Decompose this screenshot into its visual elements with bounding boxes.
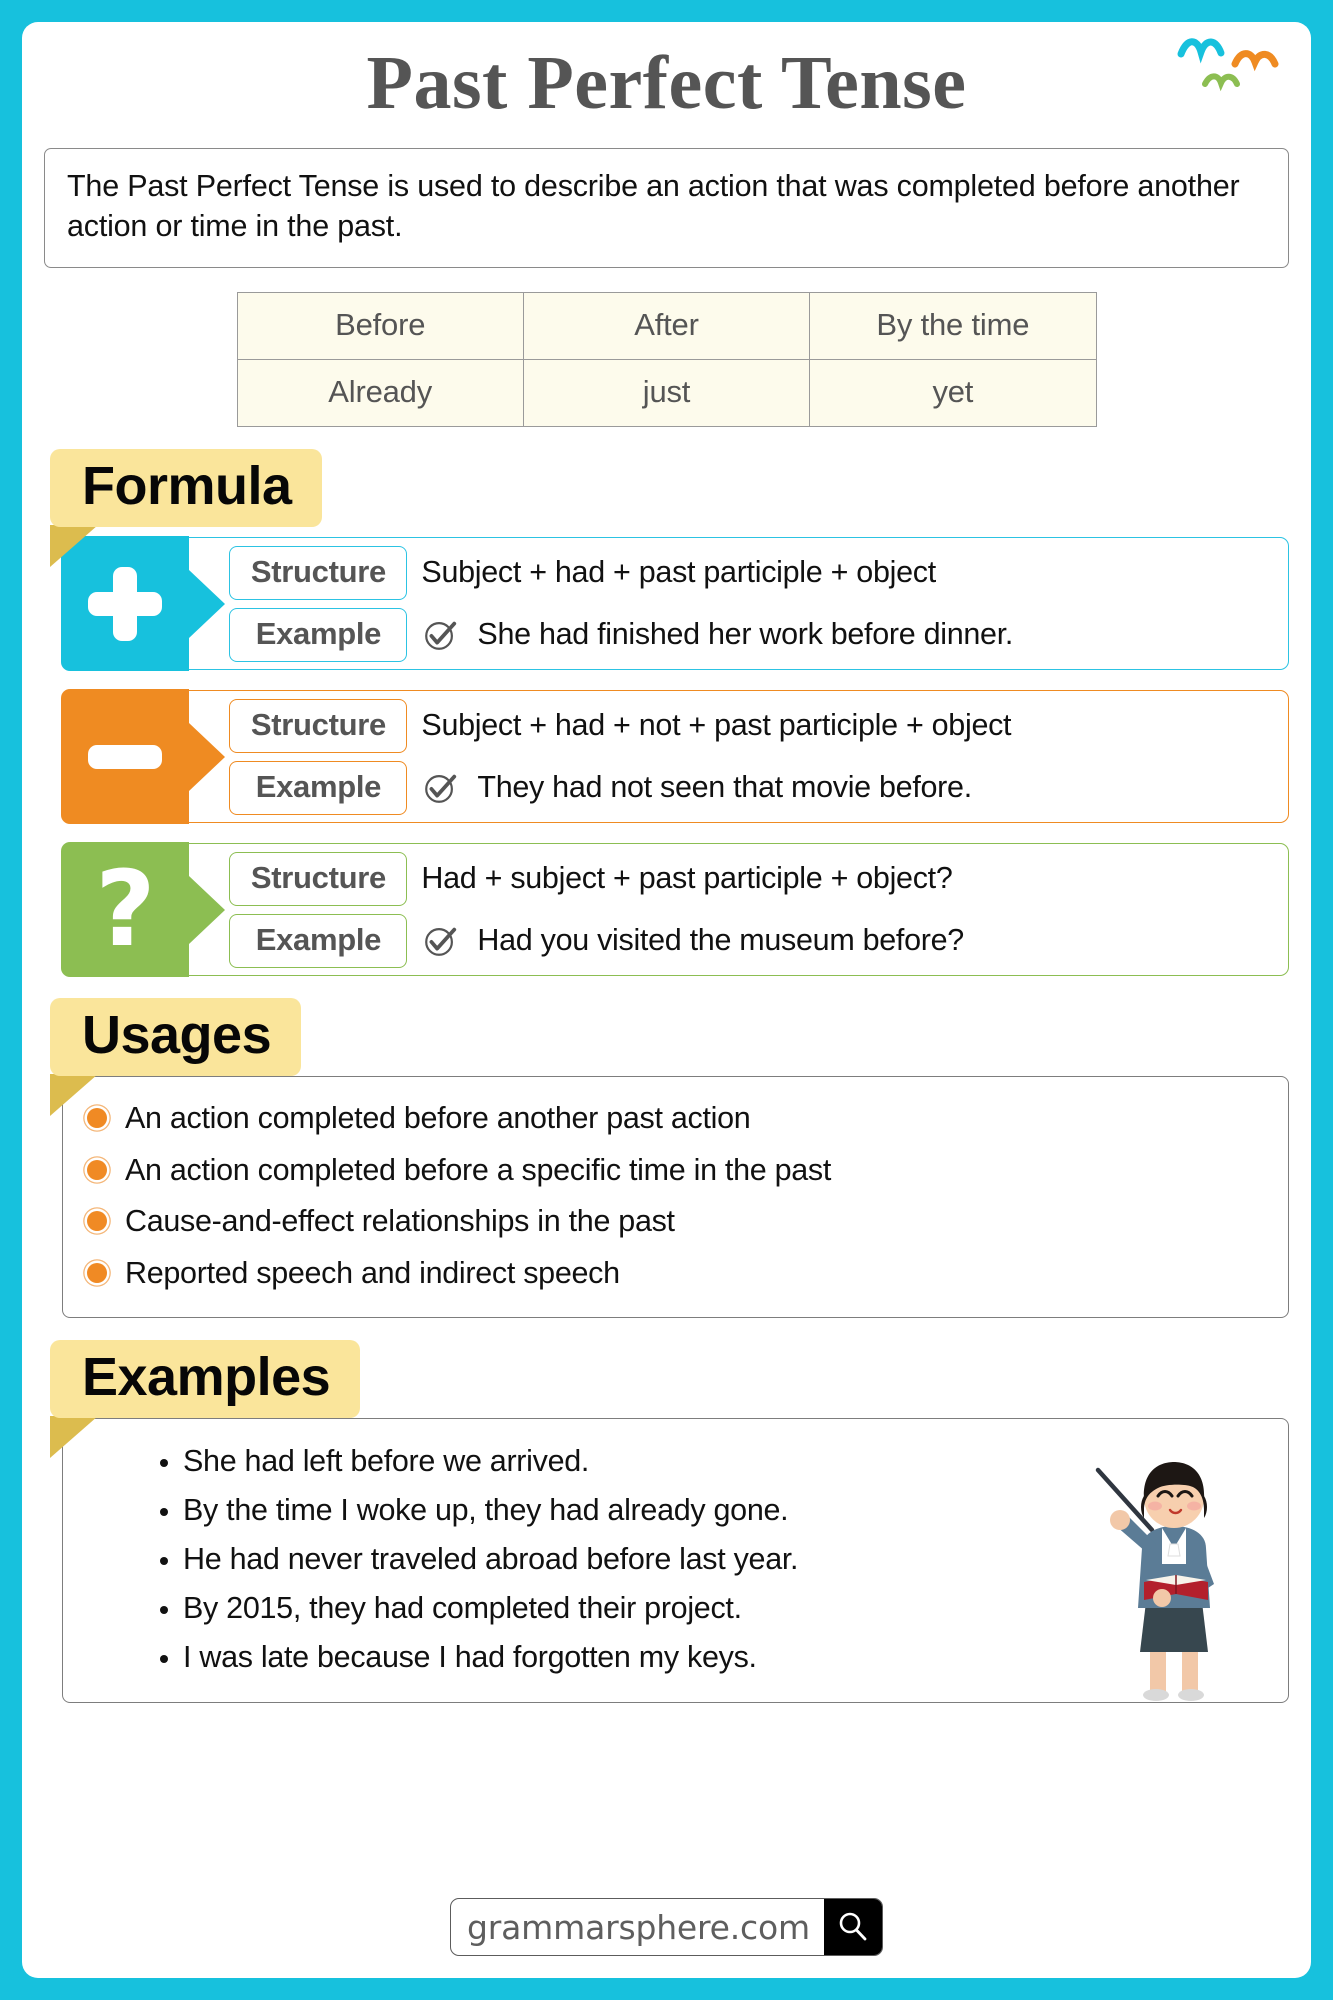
formula-row-positive: Structure Subject + had + past participl… bbox=[61, 536, 1289, 671]
list-item: By the time I woke up, they had already … bbox=[183, 1486, 1288, 1535]
formula-heading-label: Formula bbox=[50, 448, 322, 528]
keyword-cell: just bbox=[522, 358, 811, 427]
check-circle-icon bbox=[425, 621, 457, 650]
search-button[interactable] bbox=[823, 1899, 882, 1955]
example-line: Example She had finished her work before… bbox=[229, 604, 1288, 666]
magnifier-icon bbox=[839, 1912, 867, 1941]
bullet-dot-icon bbox=[87, 1262, 107, 1283]
example-line: Example Had you visited the museum befor… bbox=[229, 910, 1288, 972]
table-row: Already just yet bbox=[236, 358, 1097, 427]
structure-text: Had + subject + past participle + object… bbox=[421, 861, 953, 896]
structure-line: Structure Subject + had + not + past par… bbox=[229, 695, 1288, 757]
example-text: They had not seen that movie before. bbox=[477, 770, 972, 805]
usage-text: Reported speech and indirect speech bbox=[125, 1255, 620, 1290]
usages-panel: An action completed before another past … bbox=[62, 1076, 1289, 1319]
keyword-cell: yet bbox=[809, 358, 1097, 427]
keyword-cell: Already bbox=[236, 358, 524, 427]
examples-panel: She had left before we arrived. By the t… bbox=[62, 1418, 1289, 1704]
list-item: I was late because I had forgotten my ke… bbox=[183, 1633, 1288, 1682]
keyword-cell: After bbox=[522, 291, 811, 360]
usages-list: An action completed before another past … bbox=[63, 1077, 1288, 1317]
structure-label: Structure bbox=[229, 698, 408, 753]
structure-text: Subject + had + not + past participle + … bbox=[421, 708, 1012, 743]
footer: grammarsphere.com bbox=[22, 1898, 1311, 1956]
table-row: Before After By the time bbox=[236, 291, 1097, 360]
structure-label: Structure bbox=[229, 545, 408, 600]
examples-heading-label: Examples bbox=[50, 1340, 361, 1419]
formula-body: Structure Subject + had + not + past par… bbox=[189, 691, 1288, 822]
intro-box: The Past Perfect Tense is used to descri… bbox=[44, 147, 1289, 268]
formula-body: Structure Subject + had + past participl… bbox=[189, 538, 1288, 669]
page-title: Past Perfect Tense bbox=[366, 41, 967, 125]
formula-body: Structure Had + subject + past participl… bbox=[189, 844, 1288, 975]
usage-text: An action completed before a specific ti… bbox=[125, 1152, 832, 1187]
example-text: Had you visited the museum before? bbox=[477, 923, 964, 958]
check-circle-icon bbox=[425, 927, 457, 956]
formula-row-question: ? Structure Had + subject + past partici… bbox=[61, 842, 1289, 977]
ribbon-fold bbox=[50, 525, 98, 568]
ribbon-fold bbox=[50, 1416, 98, 1459]
keyword-cell: Before bbox=[236, 291, 524, 360]
structure-line: Structure Had + subject + past participl… bbox=[229, 848, 1288, 910]
example-label: Example bbox=[229, 607, 408, 662]
formula-heading-ribbon: Formula bbox=[50, 448, 322, 568]
bullet-dot-icon bbox=[87, 1159, 107, 1180]
usage-text: An action completed before another past … bbox=[125, 1101, 751, 1136]
formula-row-negative: Structure Subject + had + not + past par… bbox=[61, 689, 1289, 824]
keyword-table: Before After By the time Already just ye… bbox=[236, 291, 1097, 427]
example-label: Example bbox=[229, 760, 408, 815]
website-url: grammarsphere.com bbox=[467, 1907, 810, 1947]
bullet-dot-icon bbox=[87, 1211, 107, 1232]
example-line: Example They had not seen that movie bef… bbox=[229, 757, 1288, 819]
list-item: She had left before we arrived. bbox=[183, 1437, 1288, 1486]
poster-sheet: Past Perfect Tense The Past Perfect Tens… bbox=[22, 22, 1311, 1978]
list-item: An action completed before a specific ti… bbox=[87, 1145, 1270, 1197]
examples-heading-ribbon: Examples bbox=[50, 1340, 361, 1459]
examples-list: She had left before we arrived. By the t… bbox=[63, 1419, 1288, 1702]
structure-label: Structure bbox=[229, 851, 408, 906]
list-item: By 2015, they had completed their projec… bbox=[183, 1584, 1288, 1633]
list-item: An action completed before another past … bbox=[87, 1093, 1270, 1145]
list-item: He had never traveled abroad before last… bbox=[183, 1535, 1288, 1584]
minus-icon bbox=[61, 689, 190, 824]
structure-line: Structure Subject + had + past participl… bbox=[229, 542, 1288, 604]
ribbon-fold bbox=[50, 1074, 98, 1117]
question-mark-icon: ? bbox=[61, 842, 190, 977]
keyword-cell: By the time bbox=[809, 291, 1097, 360]
website-searchbar[interactable]: grammarsphere.com bbox=[450, 1898, 883, 1956]
example-text: She had finished her work before dinner. bbox=[477, 617, 1014, 652]
usages-heading-ribbon: Usages bbox=[50, 998, 302, 1117]
check-circle-icon bbox=[425, 774, 457, 803]
poster-frame: Past Perfect Tense The Past Perfect Tens… bbox=[0, 0, 1333, 2000]
example-label: Example bbox=[229, 913, 408, 968]
usage-text: Cause-and-effect relationships in the pa… bbox=[125, 1204, 675, 1239]
structure-text: Subject + had + past participle + object bbox=[421, 555, 936, 590]
list-item: Cause-and-effect relationships in the pa… bbox=[87, 1196, 1270, 1248]
list-item: Reported speech and indirect speech bbox=[87, 1248, 1270, 1300]
usages-heading-label: Usages bbox=[50, 998, 302, 1077]
